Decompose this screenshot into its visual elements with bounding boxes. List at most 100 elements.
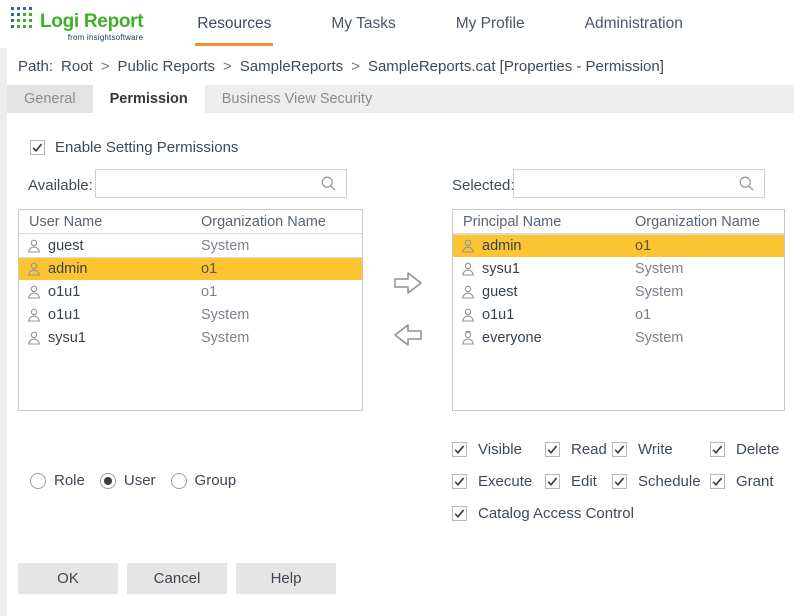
principal-name: everyone xyxy=(482,329,542,346)
enable-permissions-row: Enable Setting Permissions xyxy=(30,139,238,156)
selected-row[interactable]: guest System xyxy=(453,280,784,303)
breadcrumb: Path: Root > Public Reports > SampleReports > S… xyxy=(18,58,664,75)
organization-name: System xyxy=(201,306,250,323)
read-label: Read xyxy=(571,441,607,458)
principal-name: o1u1 xyxy=(482,306,515,323)
logo-dot-grid-icon xyxy=(10,6,35,31)
everyone-icon xyxy=(460,330,476,346)
right-edit: Edit xyxy=(545,473,597,490)
app-header: Logi Report from insightsoftware Resourc… xyxy=(0,0,794,48)
remove-arrow-button[interactable] xyxy=(392,321,424,349)
available-row[interactable]: o1u1 System xyxy=(19,303,362,326)
user-icon xyxy=(26,238,42,254)
delete-label: Delete xyxy=(736,441,780,458)
available-search-input[interactable] xyxy=(96,170,320,197)
list-header: Principal Name Organization Name xyxy=(453,210,784,234)
visible-label: Visible xyxy=(478,441,522,458)
right-grant: Grant xyxy=(710,473,774,490)
user-label: User xyxy=(123,472,156,489)
selected-row[interactable]: admin o1 xyxy=(453,234,784,257)
schedule-checkbox[interactable] xyxy=(612,473,628,490)
action-buttons: OK Cancel Help xyxy=(18,563,336,594)
available-row[interactable]: guest System xyxy=(19,234,362,257)
catalog-access-control-label: Catalog Access Control xyxy=(478,505,634,522)
principal-name: admin xyxy=(48,261,88,277)
visible-checkbox[interactable] xyxy=(452,441,468,458)
breadcrumb-segment[interactable]: Root xyxy=(61,58,93,75)
principal-type-role: Role xyxy=(30,472,85,489)
tab-business-view-security[interactable]: Business View Security xyxy=(205,85,389,113)
available-row[interactable]: sysu1 System xyxy=(19,326,362,349)
user-icon xyxy=(460,238,476,254)
write-label: Write xyxy=(638,441,673,458)
help-button[interactable]: Help xyxy=(236,563,336,594)
column-header-principal-name: Principal Name xyxy=(463,213,562,230)
enable-permissions-checkbox[interactable] xyxy=(30,139,46,156)
nav-administration[interactable]: Administration xyxy=(583,2,685,46)
breadcrumb-segment[interactable]: Public Reports xyxy=(117,58,215,75)
logo-subtitle: from insightsoftware xyxy=(67,33,144,42)
right-delete: Delete xyxy=(710,441,779,458)
available-row[interactable]: o1u1 o1 xyxy=(19,280,362,303)
left-edge-strip xyxy=(0,48,7,616)
edit-label: Edit xyxy=(571,473,597,490)
group-label: Group xyxy=(194,472,237,489)
available-label: Available: xyxy=(28,177,93,194)
breadcrumb-separator: > xyxy=(351,58,360,75)
selected-row[interactable]: sysu1 System xyxy=(453,257,784,280)
execute-checkbox[interactable] xyxy=(452,473,468,490)
column-header-user-name: User Name xyxy=(29,213,103,230)
group-radio[interactable] xyxy=(170,472,187,489)
available-row[interactable]: admin o1 xyxy=(19,257,362,280)
user-radio[interactable] xyxy=(99,472,116,489)
properties-tabbar: General Permission Business View Security xyxy=(7,85,794,113)
selected-search-input[interactable] xyxy=(514,170,738,197)
search-icon[interactable] xyxy=(738,175,755,192)
properties-permission-page: Logi Report from insightsoftware Resourc… xyxy=(0,0,794,616)
right-read: Read xyxy=(545,441,607,458)
user-icon xyxy=(460,261,476,277)
organization-name: o1 xyxy=(201,261,218,277)
principal-name: guest xyxy=(482,283,518,300)
principal-name: admin xyxy=(482,238,522,254)
catalog-access-control-checkbox[interactable] xyxy=(452,505,468,522)
selected-row[interactable]: o1u1 o1 xyxy=(453,303,784,326)
nav-resources[interactable]: Resources xyxy=(195,2,274,46)
nav-my-profile[interactable]: My Profile xyxy=(454,2,527,46)
breadcrumb-label: Path: xyxy=(18,58,54,75)
column-header-organization-name: Organization Name xyxy=(201,213,326,230)
organization-name: System xyxy=(635,260,684,277)
nav-my-tasks[interactable]: My Tasks xyxy=(329,2,397,46)
grant-label: Grant xyxy=(736,473,774,490)
grant-checkbox[interactable] xyxy=(710,473,726,490)
write-checkbox[interactable] xyxy=(612,441,628,458)
principal-name: sysu1 xyxy=(48,329,86,346)
right-visible: Visible xyxy=(452,441,522,458)
edit-checkbox[interactable] xyxy=(545,473,561,490)
right-write: Write xyxy=(612,441,673,458)
breadcrumb-separator: > xyxy=(223,58,232,75)
search-icon[interactable] xyxy=(320,175,337,192)
principal-type-radios: Role User Group xyxy=(30,472,236,489)
tab-permission[interactable]: Permission xyxy=(92,85,205,113)
enable-permissions-label: Enable Setting Permissions xyxy=(55,139,239,156)
tab-general[interactable]: General xyxy=(7,85,93,113)
breadcrumb-segment[interactable]: SampleReports xyxy=(240,58,343,75)
cancel-button[interactable]: Cancel xyxy=(127,563,227,594)
organization-name: System xyxy=(201,329,250,346)
ok-button[interactable]: OK xyxy=(18,563,118,594)
list-header: User Name Organization Name xyxy=(19,210,362,234)
logi-report-logo: Logi Report from insightsoftware xyxy=(10,6,144,42)
role-radio[interactable] xyxy=(30,472,46,489)
organization-name: System xyxy=(635,283,684,300)
right-execute: Execute xyxy=(452,473,532,490)
role-label: Role xyxy=(54,472,85,489)
read-checkbox[interactable] xyxy=(545,441,561,458)
logo-title: Logi Report xyxy=(40,11,144,32)
add-arrow-button[interactable] xyxy=(392,269,424,297)
selected-principals-list: Principal Name Organization Name admin o1 sy… xyxy=(452,209,785,411)
column-header-organization-name: Organization Name xyxy=(635,213,760,230)
selected-row[interactable]: everyone System xyxy=(453,326,784,349)
right-catalog-access-control: Catalog Access Control xyxy=(452,505,634,522)
delete-checkbox[interactable] xyxy=(710,441,726,458)
